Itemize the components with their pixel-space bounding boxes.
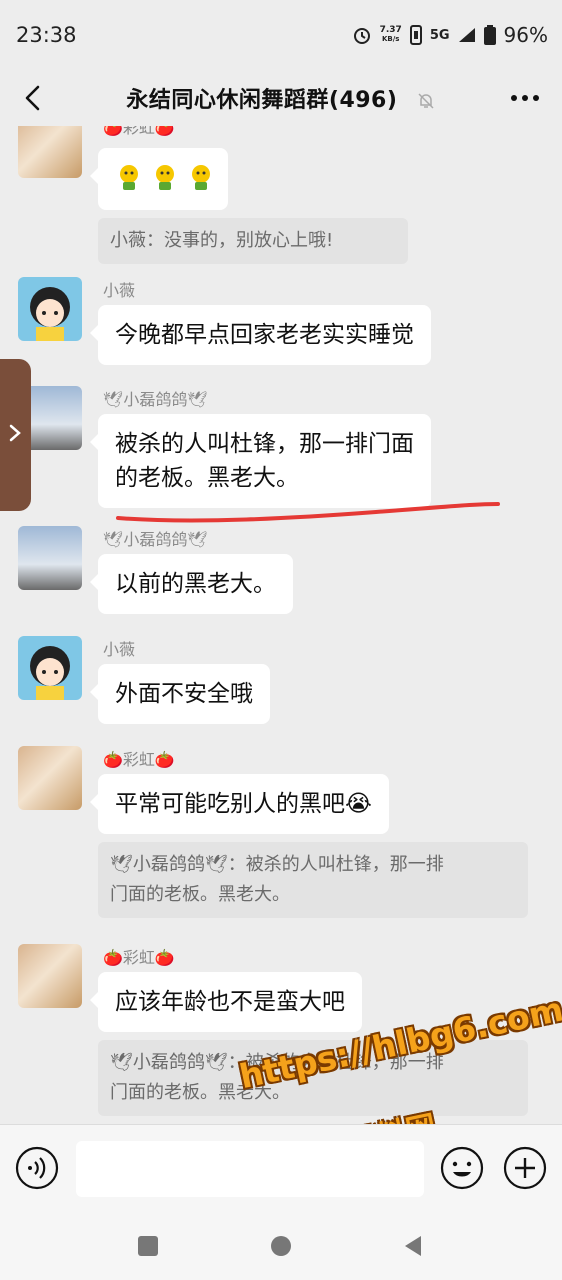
avatar[interactable] xyxy=(18,277,82,341)
quoted-message[interactable]: 小薇：没事的，别放心上哦! xyxy=(98,218,408,264)
message-text-input[interactable] xyxy=(76,1141,424,1197)
face-emoji-icon xyxy=(120,165,138,190)
status-bar: 23:38 7.37 KB/s 5G 96% xyxy=(0,0,562,70)
quoted-message[interactable]: 🕊小磊鸽鸽🕊：被杀的人叫杜锋，那一排 门面的老板。黑老大。 xyxy=(98,1040,528,1116)
avatar[interactable] xyxy=(18,944,82,1008)
cartoon-girl-avatar-icon xyxy=(30,287,70,341)
message-item: 🕊小磊鸽鸽🕊 以前的黑老大。 xyxy=(18,526,558,626)
message-bubble[interactable]: 以前的黑老大。 xyxy=(90,554,293,614)
status-indicators: 7.37 KB/s 5G 96% xyxy=(352,23,548,47)
avatar[interactable] xyxy=(18,126,82,178)
mute-bell-icon xyxy=(418,93,434,109)
chat-header: 永结同心休闲舞蹈群(496) xyxy=(0,70,562,126)
message-item: 小薇 今晚都早点回家老老实实睡觉 xyxy=(18,277,558,377)
sender-name: 🍅彩虹🍅 xyxy=(103,948,175,967)
voice-input-button[interactable] xyxy=(15,1146,59,1190)
message-item: 小薇 外面不安全哦 xyxy=(18,636,558,736)
message-bubble[interactable]: 被杀的人叫杜锋，那一排门面 的老板。黑老大。 xyxy=(90,414,431,508)
message-bubble[interactable]: 今晚都早点回家老老实实睡觉 xyxy=(90,305,431,365)
quote-line: 门面的老板。黑老大。 xyxy=(110,1082,290,1103)
message-text: 平常可能吃别人的黑吧 xyxy=(115,791,345,817)
quote-line: 门面的老板。黑老大。 xyxy=(110,884,290,905)
more-functions-plus-button[interactable] xyxy=(503,1146,547,1190)
message-bubble[interactable]: 应该年龄也不是蛮大吧 xyxy=(90,972,362,1032)
message-item: 🍅彩虹🍅 应该年龄也不是蛮大吧 🕊小磊鸽鸽🕊：被杀的人叫杜锋，那一排 门面的老板… xyxy=(18,944,558,1124)
sender-name: 🕊小磊鸽鸽🕊 xyxy=(103,530,208,549)
chat-message-list[interactable]: 🍅彩虹🍅 小薇：没事的，别放心上哦! 小薇 今晚都早点回家老老实实睡觉 🕊小磊鸽… xyxy=(0,126,562,1126)
quote-line: 🕊小磊鸽鸽🕊：被杀的人叫杜锋，那一排 xyxy=(110,1052,444,1073)
battery-icon xyxy=(483,25,496,45)
emoji-picker-button[interactable] xyxy=(440,1146,484,1190)
quote-line: 🕊小磊鸽鸽🕊：被杀的人叫杜锋，那一排 xyxy=(110,854,444,875)
message-input-bar xyxy=(0,1124,562,1212)
face-emoji-icon xyxy=(192,165,210,190)
sender-name: 小薇 xyxy=(103,640,136,659)
more-options-button[interactable] xyxy=(508,84,542,112)
recent-apps-button[interactable] xyxy=(137,1235,159,1257)
chevron-right-icon xyxy=(9,424,21,442)
red-underline-annotation xyxy=(116,502,500,523)
avatar[interactable] xyxy=(18,746,82,810)
sender-name: 🕊小磊鸽鸽🕊 xyxy=(103,390,208,409)
battery-level: 96% xyxy=(503,23,548,47)
crying-face-emoji: 😭 xyxy=(345,791,372,817)
face-emoji-icon xyxy=(156,165,174,190)
message-bubble[interactable]: 平常可能吃别人的黑吧😭 xyxy=(90,774,389,834)
sender-name: 小薇 xyxy=(103,281,136,300)
message-text-line: 的老板。黑老大。 xyxy=(115,465,299,491)
avatar[interactable] xyxy=(18,636,82,700)
net-speed: 7.37 KB/s xyxy=(379,25,402,44)
signal-icon xyxy=(458,28,475,42)
status-time: 23:38 xyxy=(16,23,77,47)
floating-side-tab[interactable] xyxy=(0,359,31,511)
alarm-icon xyxy=(353,28,370,44)
system-navigation-bar xyxy=(0,1212,562,1280)
emoji-sticker xyxy=(114,162,216,192)
sender-name: 🍅彩虹🍅 xyxy=(103,126,175,137)
home-button[interactable] xyxy=(270,1235,292,1257)
message-item: 🍅彩虹🍅 小薇：没事的，别放心上哦! xyxy=(18,126,558,264)
message-bubble[interactable] xyxy=(90,148,228,210)
message-item: 🍅彩虹🍅 平常可能吃别人的黑吧😭 🕊小磊鸽鸽🕊：被杀的人叫杜锋，那一排 门面的老… xyxy=(18,746,558,926)
chat-title-wrap: 永结同心休闲舞蹈群(496) xyxy=(0,82,562,114)
system-back-button[interactable] xyxy=(401,1234,425,1258)
quoted-message[interactable]: 🕊小磊鸽鸽🕊：被杀的人叫杜锋，那一排 门面的老板。黑老大。 xyxy=(98,842,528,918)
message-bubble[interactable]: 外面不安全哦 xyxy=(90,664,270,724)
message-item: 🕊小磊鸽鸽🕊 被杀的人叫杜锋，那一排门面 的老板。黑老大。 xyxy=(18,386,558,511)
sim-icon xyxy=(409,25,422,45)
chat-title: 永结同心休闲舞蹈群(496) xyxy=(126,88,398,113)
message-text-line: 被杀的人叫杜锋，那一排门面 xyxy=(115,431,414,457)
sender-name: 🍅彩虹🍅 xyxy=(103,750,175,769)
cartoon-girl-avatar-icon xyxy=(30,646,70,700)
avatar[interactable] xyxy=(18,526,82,590)
network-type: 5G xyxy=(429,27,450,43)
